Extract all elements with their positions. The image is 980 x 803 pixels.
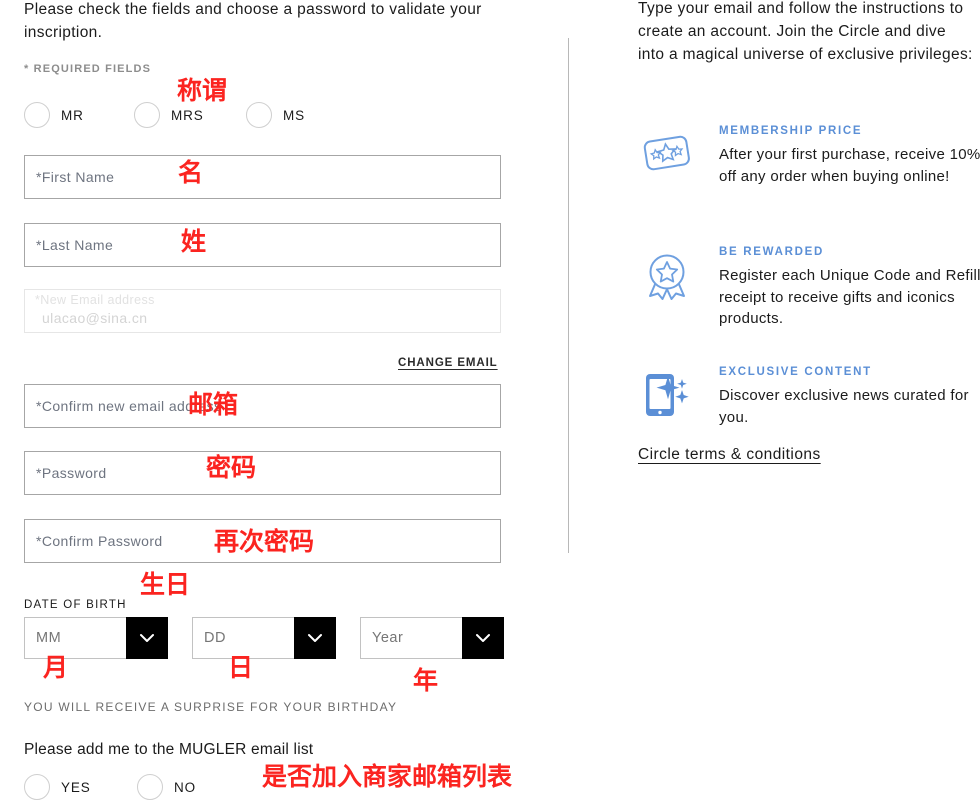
annotation-dob-month: 月 [43, 653, 69, 682]
confirm-email-input[interactable]: *Confirm new email address [24, 384, 501, 428]
benefit-text-block: EXCLUSIVE CONTENT Discover exclusive new… [719, 366, 980, 428]
radio-option-ms[interactable]: MS [246, 100, 305, 130]
radio-option-no[interactable]: NO [137, 772, 196, 802]
radio-label-no: NO [174, 779, 197, 795]
benefit-title: EXCLUSIVE CONTENT [719, 366, 872, 378]
radio-label-yes: YES [61, 779, 91, 795]
annotation-confirm-password: 再次密码 [214, 527, 315, 556]
registration-form-column: Please check the fields and choose a pas… [0, 0, 540, 803]
column-divider [568, 38, 569, 553]
benefit-text-block: BE REWARDED Register each Unique Code an… [719, 246, 980, 330]
dob-year-select[interactable]: Year [360, 617, 504, 659]
new-email-value: ulacao@sina.cn [42, 310, 148, 326]
radio-label-ms: MS [283, 107, 306, 123]
confirm-password-placeholder: *Confirm Password [36, 533, 163, 549]
first-name-placeholder: *First Name [36, 169, 115, 185]
radio-option-yes[interactable]: YES [24, 772, 91, 802]
chevron-down-icon[interactable] [126, 617, 168, 659]
annotation-password: 密码 [206, 453, 257, 482]
newsletter-title: Please add me to the MUGLER email list [24, 741, 314, 758]
benefit-description: Register each Unique Code and Refill rec… [719, 267, 980, 327]
radio-circle-icon[interactable] [24, 102, 50, 128]
annotation-date-of-birth: 生日 [140, 570, 191, 599]
annotation-confirm-email: 邮箱 [188, 390, 239, 419]
required-fields-note: * REQUIRED FIELDS [24, 63, 152, 75]
last-name-input[interactable]: *Last Name [24, 223, 501, 267]
chevron-down-icon[interactable] [462, 617, 504, 659]
benefit-title: MEMBERSHIP PRICE [719, 125, 863, 137]
new-email-label: *New Email address [35, 293, 155, 307]
radio-circle-icon[interactable] [246, 102, 272, 128]
benefit-description: After your first purchase, receive 10% o… [719, 146, 980, 185]
radio-option-mr[interactable]: MR [24, 100, 84, 130]
radio-circle-icon[interactable] [134, 102, 160, 128]
annotation-last-name: 姓 [181, 227, 207, 256]
password-placeholder: *Password [36, 465, 107, 481]
circle-terms-link[interactable]: Circle terms & conditions [638, 446, 821, 464]
new-email-input-disabled: *New Email address ulacao@sina.cn [24, 289, 501, 333]
dob-month-value: MM [24, 617, 126, 659]
ticket-stars-icon [638, 125, 696, 183]
radio-label-mrs: MRS [171, 107, 204, 123]
change-email-link[interactable]: CHANGE EMAIL [398, 357, 498, 369]
phone-sparkle-icon [638, 366, 696, 424]
birthday-surprise-note: YOU WILL RECEIVE A SURPRISE FOR YOUR BIR… [24, 700, 398, 714]
benefit-description: Discover exclusive news curated for you. [719, 387, 969, 426]
annotation-first-name: 名 [178, 158, 204, 187]
annotation-dob-year: 年 [413, 666, 439, 695]
radio-circle-icon[interactable] [137, 774, 163, 800]
dob-day-select[interactable]: DD [192, 617, 336, 659]
password-input[interactable]: *Password [24, 451, 501, 495]
last-name-placeholder: *Last Name [36, 237, 114, 253]
annotation-newsletter: 是否加入商家邮箱列表 [262, 762, 513, 791]
title-radio-group: MR MRS MS [24, 100, 504, 130]
radio-circle-icon[interactable] [24, 774, 50, 800]
benefits-column: Type your email and follow the instructi… [638, 0, 980, 803]
benefit-text-block: MEMBERSHIP PRICE After your first purcha… [719, 125, 980, 187]
radio-label-mr: MR [61, 107, 84, 123]
annotation-dob-day: 日 [228, 653, 254, 682]
benefit-title: BE REWARDED [719, 246, 824, 258]
date-of-birth-label: DATE OF BIRTH [24, 599, 127, 611]
form-intro-text: Please check the fields and choose a pas… [24, 1, 482, 41]
chevron-down-icon[interactable] [294, 617, 336, 659]
benefits-intro-text: Type your email and follow the instructi… [638, 0, 973, 63]
annotation-title-radios: 称谓 [177, 76, 228, 105]
award-badge-icon [638, 246, 696, 304]
dob-year-value: Year [360, 617, 462, 659]
first-name-input[interactable]: *First Name [24, 155, 501, 199]
